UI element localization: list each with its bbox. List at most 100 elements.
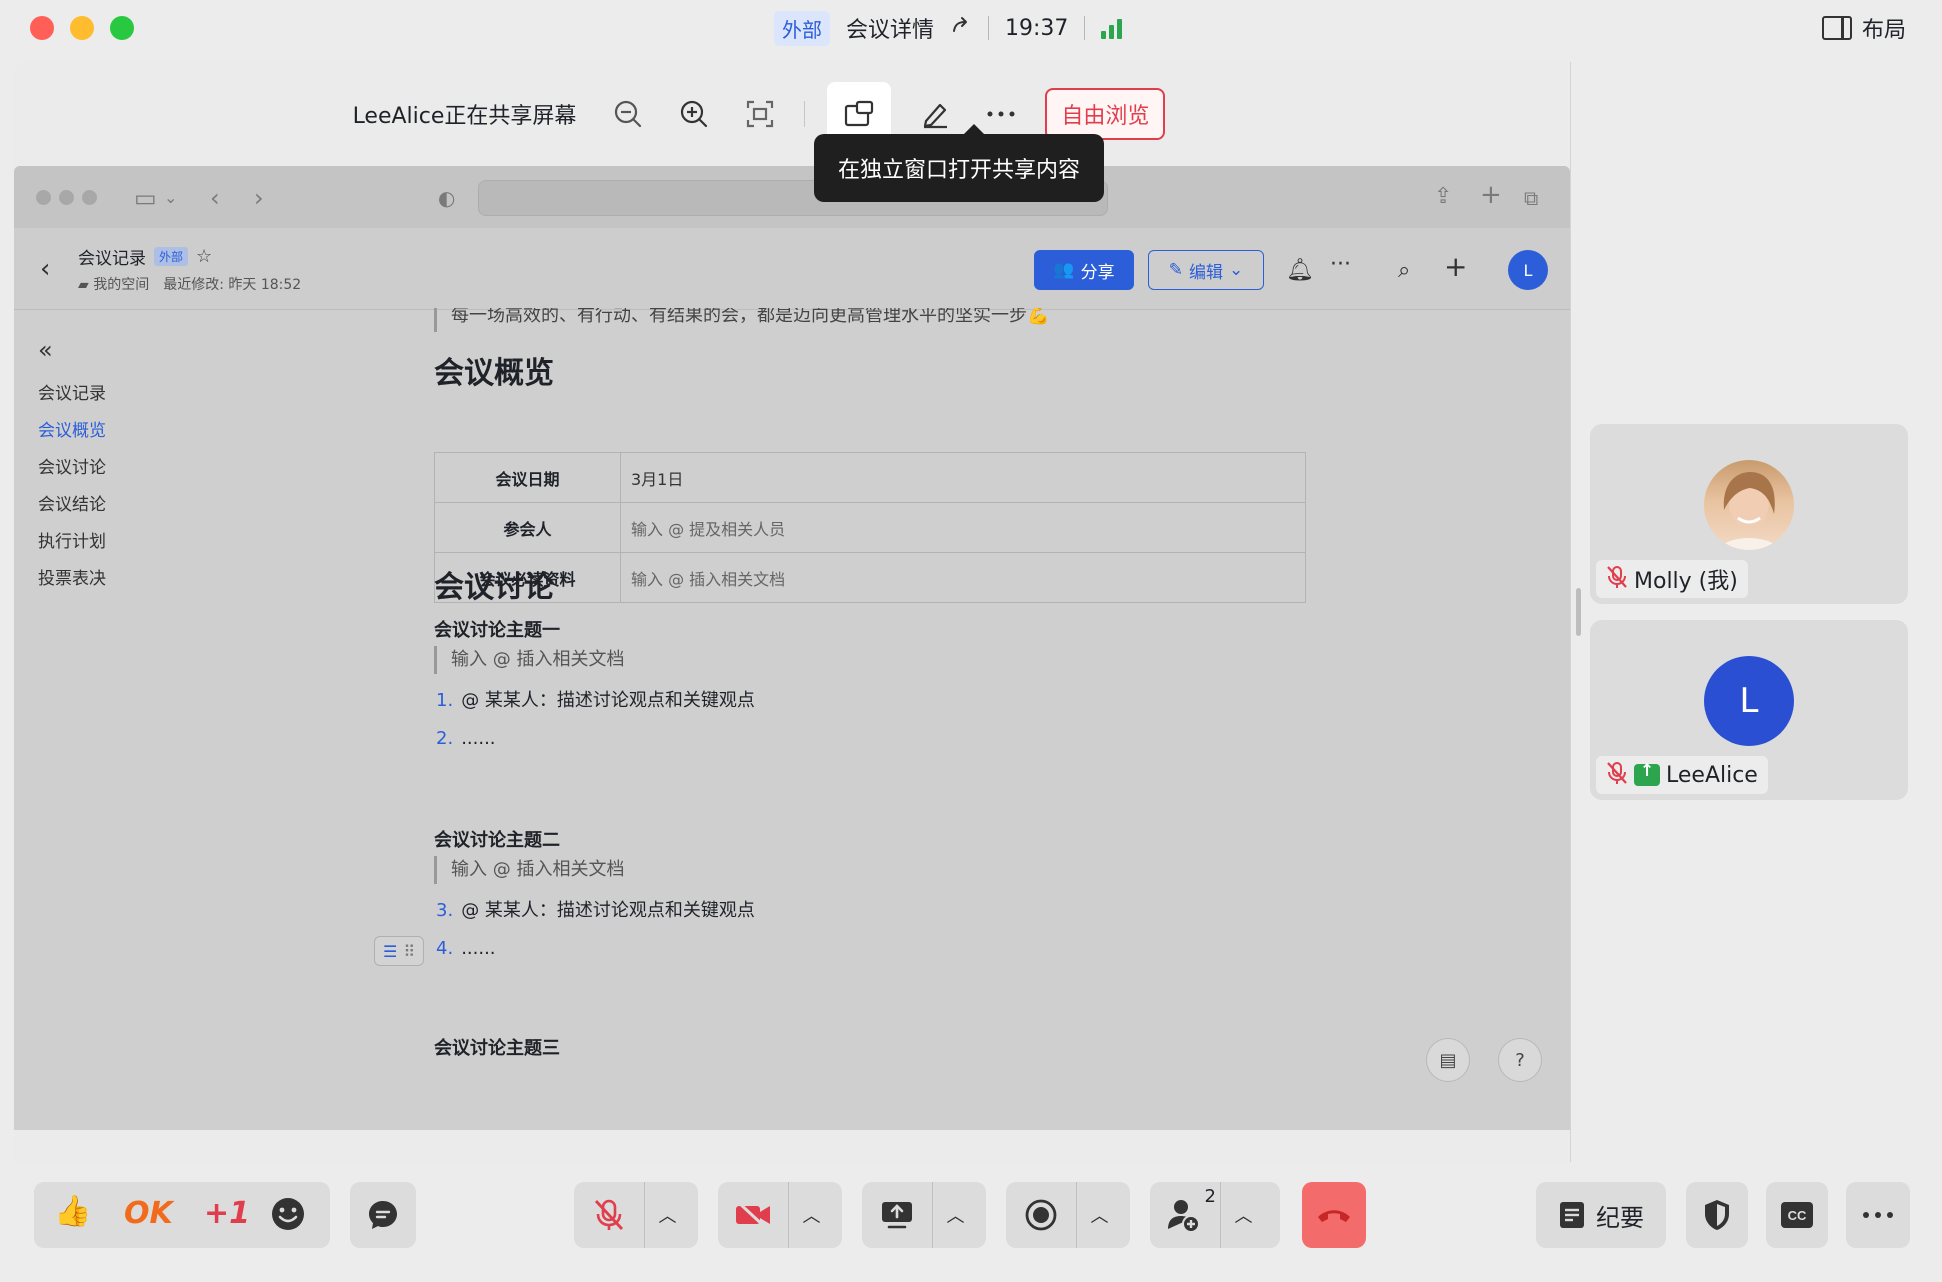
outline-item-active[interactable]: 会议概览: [38, 413, 106, 450]
participants-button[interactable]: 2: [1150, 1182, 1220, 1248]
add-icon[interactable]: +: [1444, 250, 1467, 283]
ok-reaction[interactable]: OK: [124, 1196, 173, 1231]
table-value[interactable]: 输入 @ 插入相关文档: [620, 552, 1306, 603]
share-screen-button[interactable]: [862, 1182, 932, 1248]
participant-name: Molly (我): [1634, 569, 1738, 594]
doc-external-badge: 外部: [154, 247, 189, 266]
more-controls-button[interactable]: [1846, 1182, 1910, 1248]
topic-title: 会议讨论主题二: [434, 830, 560, 851]
table-row: 会议日期 3月1日: [434, 452, 1306, 503]
table-value[interactable]: 3月1日: [620, 452, 1306, 503]
collapse-outline-icon[interactable]: «: [38, 336, 106, 364]
meeting-minutes-button[interactable]: 纪要: [1536, 1182, 1666, 1248]
list-item: 4.......: [436, 938, 496, 959]
top-quote: 每一场高效的、有行动、有结果的会，都是迈向更高管理水平的坚实一步💪: [434, 308, 1049, 332]
window-zoom-button[interactable]: [110, 16, 134, 40]
participant-tile[interactable]: Molly (我): [1590, 424, 1908, 604]
fit-screen-button[interactable]: [738, 92, 782, 136]
share-icon[interactable]: ⇪: [1434, 184, 1452, 209]
meeting-details-link[interactable]: 会议详情: [846, 12, 934, 44]
panel-resize-handle[interactable]: [1576, 588, 1581, 636]
doc-title-row: 会议记录 外部 ☆: [78, 244, 212, 269]
mic-options-chevron[interactable]: ︿: [644, 1182, 690, 1248]
doc-back-button[interactable]: ‹: [40, 254, 50, 284]
outline-item[interactable]: 会议记录: [38, 376, 106, 413]
table-value[interactable]: 输入 @ 提及相关人员: [620, 502, 1306, 553]
meeting-timer: 19:37: [1005, 15, 1069, 41]
record-button[interactable]: [1006, 1182, 1076, 1248]
bell-icon[interactable]: 🔔︎: [1286, 258, 1314, 283]
start-video-button[interactable]: [718, 1182, 788, 1248]
ordered-list-icon: ☰: [382, 941, 398, 961]
annotate-button[interactable]: [913, 92, 957, 136]
unmute-button[interactable]: [574, 1182, 644, 1248]
doc-edit-button[interactable]: ✎ 编辑 ⌄: [1148, 250, 1264, 290]
participants-icon: [1168, 1200, 1200, 1233]
share-link-icon[interactable]: [950, 14, 972, 42]
doc-last-modified: 最近修改: 昨天 18:52: [163, 277, 302, 293]
share-options-chevron[interactable]: ︿: [932, 1182, 978, 1248]
network-signal-icon[interactable]: [1101, 17, 1123, 39]
outline-item[interactable]: 会议结论: [38, 487, 106, 524]
doc-share-button[interactable]: 👥 分享: [1034, 250, 1134, 290]
window-close-button[interactable]: [30, 16, 54, 40]
security-button[interactable]: [1686, 1182, 1748, 1248]
doc-feedback-button[interactable]: ▤: [1426, 1038, 1470, 1082]
browser-traffic-lights: [36, 190, 97, 205]
topic-title: 会议讨论主题一: [434, 620, 560, 641]
tab-overview-icon[interactable]: ⧉: [1524, 186, 1538, 210]
doc-title: 会议记录: [78, 249, 146, 269]
plus-one-reaction[interactable]: +1: [204, 1196, 250, 1231]
mic-off-icon: [1606, 565, 1628, 594]
layout-label: 布局: [1861, 18, 1906, 43]
external-badge: 外部: [774, 10, 830, 46]
microphone-control: ︿: [574, 1182, 698, 1248]
chat-icon: [369, 1201, 397, 1229]
pen-icon: [924, 103, 948, 129]
more-icon[interactable]: ···: [1330, 252, 1351, 277]
privacy-shield-icon[interactable]: ◐: [438, 186, 455, 210]
window-minimize-button[interactable]: [70, 16, 94, 40]
back-arrow-icon[interactable]: ‹: [210, 184, 220, 212]
chat-button[interactable]: [350, 1182, 416, 1248]
divider: [804, 101, 806, 127]
sharer-text: LeeAlice正在共享屏幕: [352, 104, 577, 129]
search-icon[interactable]: ⌕: [1398, 258, 1410, 283]
camera-options-chevron[interactable]: ︿: [788, 1182, 834, 1248]
topic-quote[interactable]: 输入 @ 插入相关文档: [434, 856, 624, 884]
panel-divider: [1570, 62, 1571, 1162]
free-browse-button[interactable]: 自由浏览: [1045, 88, 1166, 140]
participant-name: LeeAlice: [1666, 762, 1758, 788]
thumbs-up-reaction-icon[interactable]: 👍: [54, 1194, 91, 1229]
discussion-heading: 会议讨论: [434, 570, 554, 605]
shared-browser-window: ▭ ⌄ ‹ › ◐ ⇪ + ⧉ ‹ 会议记录 外部 ☆ ▰ 我的空间 最近修改:…: [14, 166, 1570, 1130]
new-tab-icon[interactable]: +: [1480, 180, 1502, 210]
chevron-down-icon: ⌄: [1229, 260, 1244, 280]
leave-meeting-button[interactable]: [1302, 1182, 1366, 1248]
outline-item[interactable]: 会议讨论: [38, 450, 106, 487]
overview-table: 会议日期 3月1日 参会人 输入 @ 提及相关人员 会议必读资料 输入 @ 插入…: [434, 452, 1306, 603]
layout-button[interactable]: 布局: [1821, 12, 1906, 44]
more-options-button[interactable]: [979, 92, 1023, 136]
more-icon: [1863, 1212, 1893, 1218]
participants-options-chevron[interactable]: ︿: [1220, 1182, 1266, 1248]
star-icon[interactable]: ☆: [196, 246, 212, 267]
user-avatar[interactable]: L: [1508, 250, 1548, 290]
zoom-out-button[interactable]: [606, 92, 650, 136]
participant-tile[interactable]: L LeeAlice: [1590, 620, 1908, 800]
forward-arrow-icon[interactable]: ›: [254, 184, 264, 212]
chevron-down-icon[interactable]: ⌄: [164, 188, 177, 207]
table-row: 参会人 输入 @ 提及相关人员: [434, 502, 1306, 553]
captions-button[interactable]: CC: [1766, 1182, 1828, 1248]
topic-quote[interactable]: 输入 @ 插入相关文档: [434, 646, 624, 674]
doc-space[interactable]: ▰ 我的空间: [78, 274, 149, 294]
block-handle[interactable]: ☰ ⠿: [374, 936, 424, 966]
record-options-chevron[interactable]: ︿: [1076, 1182, 1122, 1248]
help-button[interactable]: ?: [1498, 1038, 1542, 1082]
sidebar-toggle-icon[interactable]: ▭: [134, 184, 157, 212]
outline-item[interactable]: 执行计划: [38, 524, 106, 561]
emoji-picker-icon[interactable]: [270, 1196, 306, 1240]
zoom-in-button[interactable]: [672, 92, 716, 136]
outline-item[interactable]: 投票表决: [38, 561, 106, 598]
drag-handle-icon: ⠿: [403, 941, 416, 961]
